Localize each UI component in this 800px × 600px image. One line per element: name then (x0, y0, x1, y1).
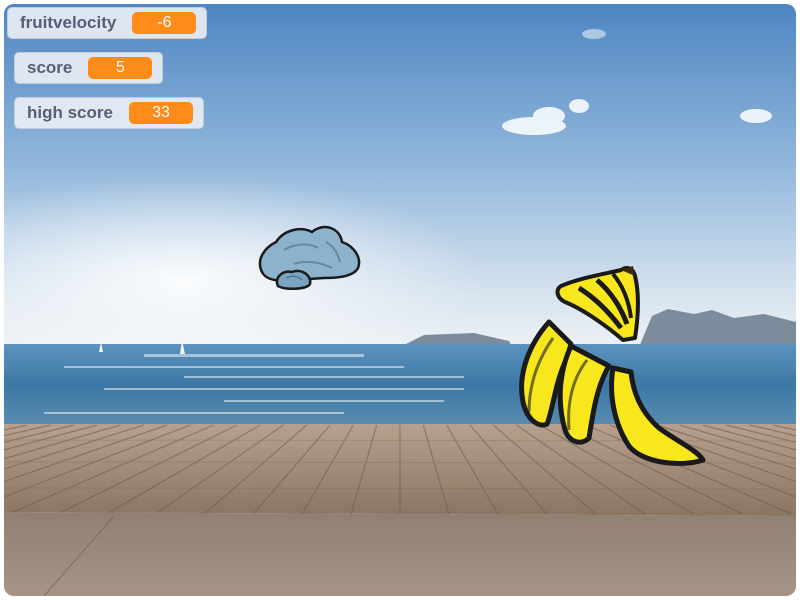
banana-icon[interactable] (509, 262, 709, 472)
high-score-label: high score (27, 103, 113, 122)
banana-top-half (555, 266, 640, 342)
high-score-value: 33 (128, 102, 193, 124)
game-stage[interactable]: fruitvelocity -6 score 5 high score 33 (4, 4, 796, 596)
pavement (4, 512, 796, 596)
fruitvelocity-monitor[interactable]: fruitvelocity -6 (7, 7, 208, 39)
banana-bottom-half (519, 319, 706, 467)
high-score-monitor[interactable]: high score 33 (14, 97, 204, 129)
score-label: score (27, 58, 73, 77)
score-value: 5 (88, 57, 153, 79)
rock-icon[interactable] (254, 220, 366, 292)
fruitvelocity-label: fruitvelocity (20, 13, 117, 32)
score-monitor[interactable]: score 5 (14, 52, 164, 84)
fruitvelocity-value: -6 (132, 12, 197, 34)
